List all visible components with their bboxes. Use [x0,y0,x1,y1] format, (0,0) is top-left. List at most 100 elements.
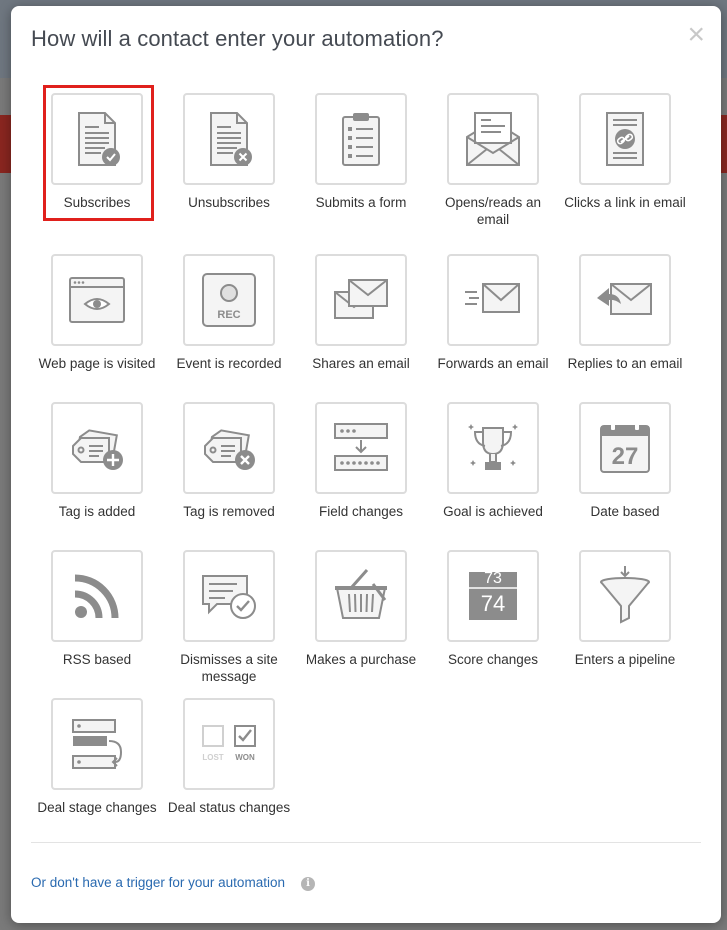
trigger-tile-box: LOST WON [183,698,275,790]
trigger-replies-email[interactable]: Replies to an email [559,253,691,401]
trigger-label: Field changes [318,504,404,519]
score-icon: 73 74 [469,570,517,620]
trigger-label: Replies to an email [567,356,683,371]
trigger-label: Tag is added [58,504,136,519]
trigger-field-changes[interactable]: Field changes [295,401,427,549]
trigger-deal-status-changes[interactable]: LOST WON Deal status changes [163,697,295,858]
trigger-tile-box: REC [183,254,275,346]
trigger-date-based[interactable]: 27 Date based [559,401,691,549]
trigger-score-changes[interactable]: 73 74 Score changes [427,549,559,697]
field-change-icon [334,423,388,471]
trigger-subscribes[interactable]: Subscribes [31,92,163,253]
trigger-tile-box [183,550,275,642]
trigger-label: Makes a purchase [305,652,417,667]
trigger-label: Date based [590,504,660,519]
trigger-submits-form[interactable]: Submits a form [295,92,427,253]
no-trigger-link[interactable]: Or don't have a trigger for your automat… [31,875,285,890]
trigger-label: Opens/reads an email [444,195,542,227]
trigger-tile-box [51,254,143,346]
trigger-makes-purchase[interactable]: Makes a purchase [295,549,427,697]
trigger-tile-box [447,254,539,346]
basket-icon [335,569,387,619]
trigger-tile-box [447,402,539,494]
trigger-label: Clicks a link in email [564,195,686,210]
forward-envelope-icon [465,283,520,313]
info-icon[interactable]: i [301,877,315,891]
subscribe-document-icon [78,112,120,166]
trigger-label: Subscribes [63,195,131,210]
trigger-label: Deal stage changes [37,800,157,815]
calendar-icon: 27 [600,422,650,473]
trigger-opens-email[interactable]: Opens/reads an email [427,92,559,253]
reply-envelope-icon [597,283,652,315]
trigger-tile-box: 73 74 [447,550,539,642]
lost-text: LOST [202,753,223,762]
trigger-tile-box [315,550,407,642]
trigger-label: Unsubscribes [188,195,270,210]
trigger-label: Goal is achieved [443,504,543,519]
trigger-label: Forwards an email [437,356,549,371]
footer-divider [31,842,701,843]
trigger-tile-box [183,93,275,185]
won-text: WON [235,753,255,762]
trophy-icon [468,424,518,470]
tag-remove-icon [204,429,255,470]
calendar-day-text: 27 [612,443,639,470]
trigger-web-page-visited[interactable]: Web page is visited [31,253,163,401]
deal-stage-icon [72,719,123,769]
trigger-label: Score changes [447,652,539,667]
trigger-label: Tag is removed [183,504,275,519]
funnel-icon [600,566,650,624]
tag-add-icon [72,429,123,470]
trigger-tile-box [51,698,143,790]
clipboard-form-icon [342,113,380,166]
trigger-tile-box [315,93,407,185]
trigger-tile-box: 27 [579,402,671,494]
trigger-clicks-link[interactable]: Clicks a link in email [559,92,691,253]
trigger-deal-stage-changes[interactable]: Deal stage changes [31,697,163,858]
trigger-forwards-email[interactable]: Forwards an email [427,253,559,401]
trigger-label: Deal status changes [167,800,291,815]
trigger-grid: Subscribes Unsubscribes Submits a form O… [31,92,703,858]
trigger-rss-based[interactable]: RSS based [31,549,163,697]
browser-eye-icon [69,277,125,323]
modal-title: How will a contact enter your automation… [31,26,444,51]
trigger-shares-email[interactable]: Shares an email [295,253,427,401]
score-old-text: 73 [484,570,502,587]
trigger-tile-box [579,550,671,642]
trigger-label: Web page is visited [38,356,156,371]
message-check-icon [202,575,256,619]
close-icon[interactable]: × [687,20,705,50]
trigger-label: Dismisses a site message [180,652,278,684]
share-envelopes-icon [334,279,388,319]
trigger-modal: How will a contact enter your automation… [11,6,721,923]
rss-icon [74,574,119,619]
trigger-unsubscribes[interactable]: Unsubscribes [163,92,295,253]
score-new-text: 74 [481,591,505,616]
trigger-label: Shares an email [312,356,410,371]
trigger-tile-box [51,550,143,642]
trigger-label: RSS based [62,652,132,667]
trigger-tile-box [315,402,407,494]
trigger-tag-removed[interactable]: Tag is removed [163,401,295,549]
record-text: REC [217,309,240,321]
trigger-enters-pipeline[interactable]: Enters a pipeline [559,549,691,697]
trigger-event-recorded[interactable]: REC Event is recorded [163,253,295,401]
trigger-goal-achieved[interactable]: Goal is achieved [427,401,559,549]
trigger-tile-box [51,402,143,494]
deal-status-icon: LOST WON [202,725,256,762]
trigger-tile-box [447,93,539,185]
trigger-tag-added[interactable]: Tag is added [31,401,163,549]
trigger-tile-box [579,93,671,185]
unsubscribe-document-icon [210,112,252,166]
trigger-tile-box [183,402,275,494]
trigger-tile-box [51,93,143,185]
trigger-tile-box [315,254,407,346]
trigger-dismisses-site-message[interactable]: Dismisses a site message [163,549,295,697]
trigger-tile-box [579,254,671,346]
trigger-label: Enters a pipeline [574,652,676,667]
record-icon: REC [202,273,256,327]
link-document-icon [606,112,644,166]
open-envelope-icon [466,112,520,166]
trigger-label: Submits a form [315,195,407,210]
